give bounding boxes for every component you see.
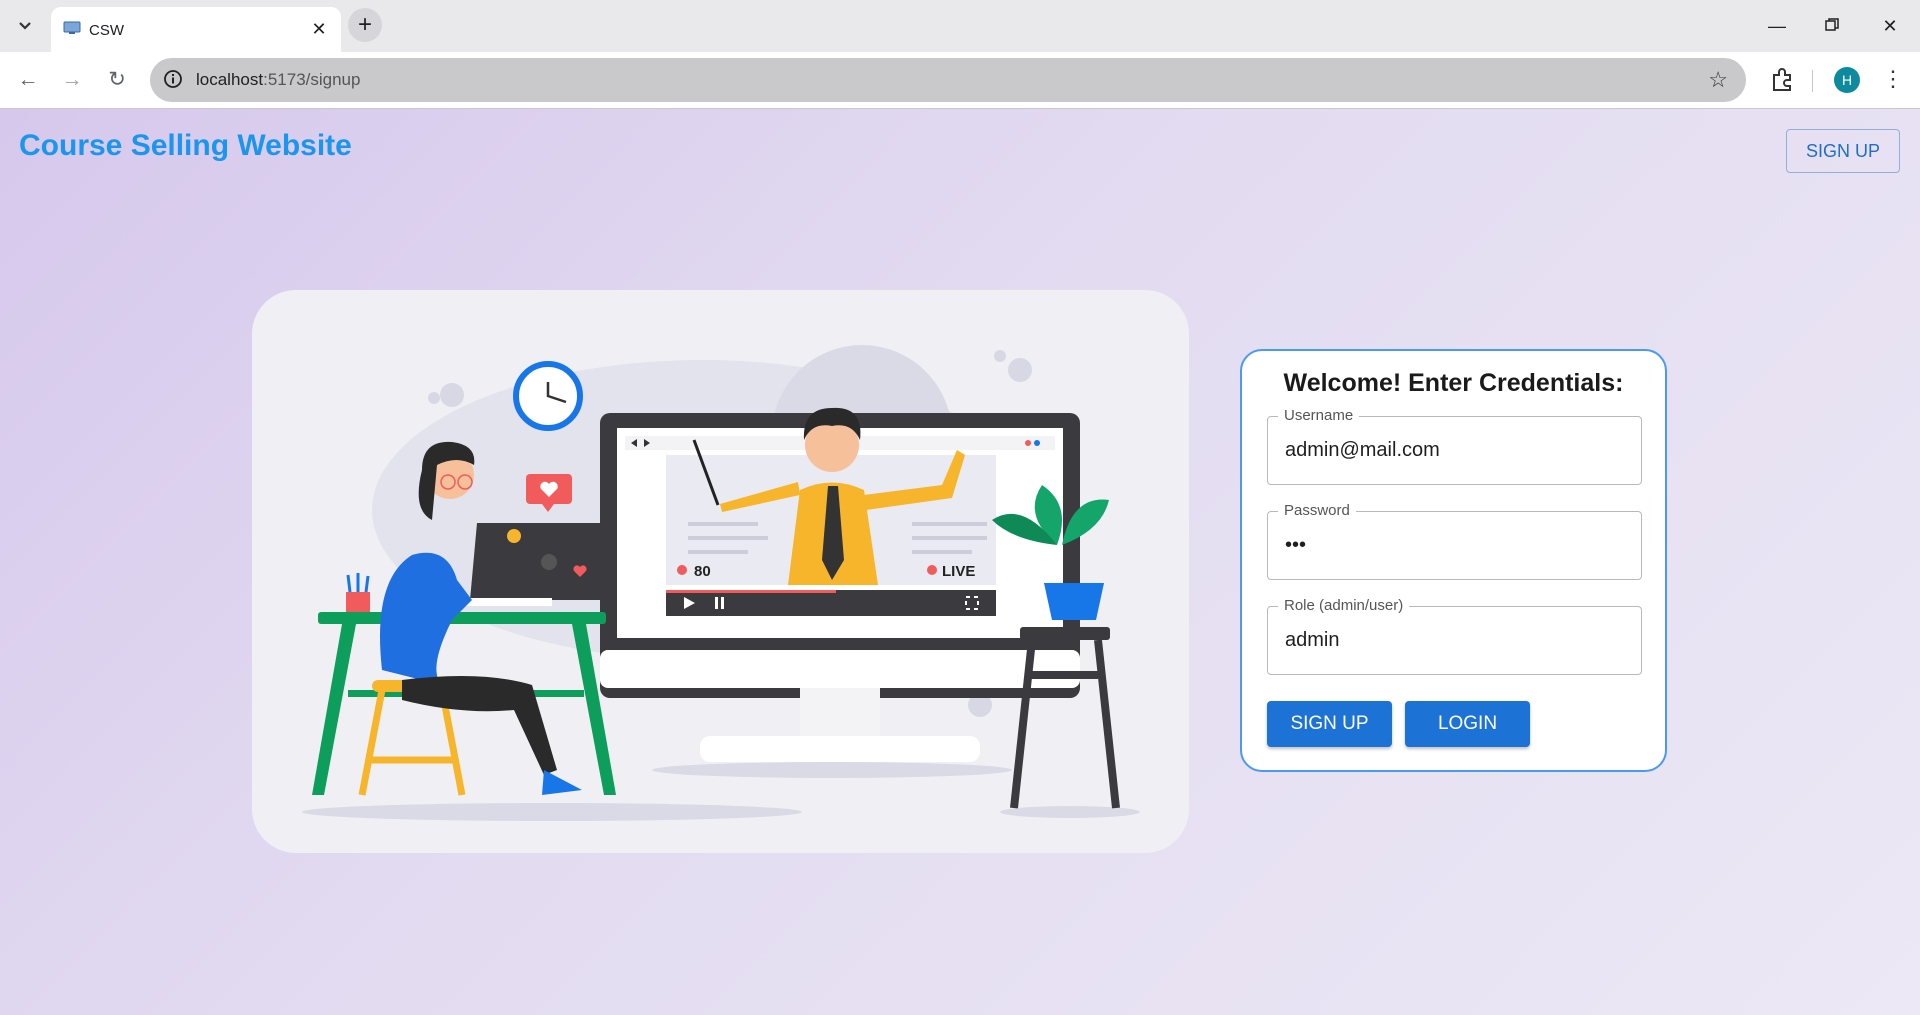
more-icon[interactable]: ⋮ — [1882, 64, 1904, 94]
url-path: :5173/signup — [263, 70, 361, 89]
hero-illustration: 80 LIVE — [252, 290, 1189, 853]
username-label: Username — [1278, 407, 1360, 424]
password-input[interactable]: ••• — [1285, 534, 1306, 557]
browser-tab[interactable]: CSW ✕ — [51, 7, 341, 52]
role-field[interactable]: Role (admin/user) admin — [1267, 597, 1642, 675]
toolbar-divider — [1812, 70, 1813, 92]
extensions-icon[interactable] — [1768, 66, 1796, 94]
username-input[interactable]: admin@mail.com — [1285, 439, 1440, 462]
forward-icon[interactable]: → — [58, 66, 86, 94]
signup-button[interactable]: SIGN UP — [1267, 701, 1392, 747]
tab-list-icon[interactable] — [10, 12, 40, 40]
star-icon[interactable]: ☆ — [1708, 67, 1728, 93]
back-icon[interactable]: ← — [14, 66, 42, 94]
viewer-count: 80 — [694, 563, 711, 580]
card-title: Welcome! Enter Credentials: — [1283, 369, 1624, 397]
signup-nav-button[interactable]: SIGN UP — [1786, 129, 1900, 173]
plus-icon[interactable]: + — [348, 8, 382, 42]
url-text[interactable]: localhost:5173/signup — [196, 70, 360, 90]
live-label: LIVE — [942, 563, 975, 580]
close-icon[interactable]: ✕ — [309, 19, 329, 39]
avatar[interactable]: H — [1834, 67, 1860, 93]
password-field[interactable]: Password ••• — [1267, 502, 1642, 580]
reload-icon[interactable]: ↻ — [103, 66, 131, 94]
url-host: localhost — [196, 70, 264, 89]
site-info-icon[interactable] — [162, 68, 184, 90]
favicon-icon — [63, 21, 81, 34]
role-label: Role (admin/user) — [1278, 597, 1410, 614]
tab-strip: CSW ✕ + — ✕ — [0, 0, 1920, 52]
browser-toolbar: ← → ↻ localhost:5173/signup ☆ H ⋮ — [0, 52, 1920, 109]
password-label: Password — [1278, 502, 1356, 519]
address-bar[interactable]: localhost:5173/signup ☆ — [150, 58, 1746, 102]
restore-icon[interactable] — [1820, 14, 1844, 38]
minimize-icon[interactable]: — — [1765, 14, 1789, 38]
online-class-illustration: 80 LIVE — [302, 345, 1140, 821]
page-content: Course Selling Website SIGN UP 80 LIVE W… — [0, 109, 1920, 1015]
brand-title[interactable]: Course Selling Website — [19, 129, 352, 163]
tab-title: CSW — [89, 22, 124, 39]
close-window-icon[interactable]: ✕ — [1878, 14, 1902, 38]
login-button[interactable]: LOGIN — [1405, 701, 1530, 747]
credentials-card: Welcome! Enter Credentials: Username adm… — [1240, 349, 1667, 772]
role-input[interactable]: admin — [1285, 629, 1339, 652]
username-field[interactable]: Username admin@mail.com — [1267, 407, 1642, 485]
